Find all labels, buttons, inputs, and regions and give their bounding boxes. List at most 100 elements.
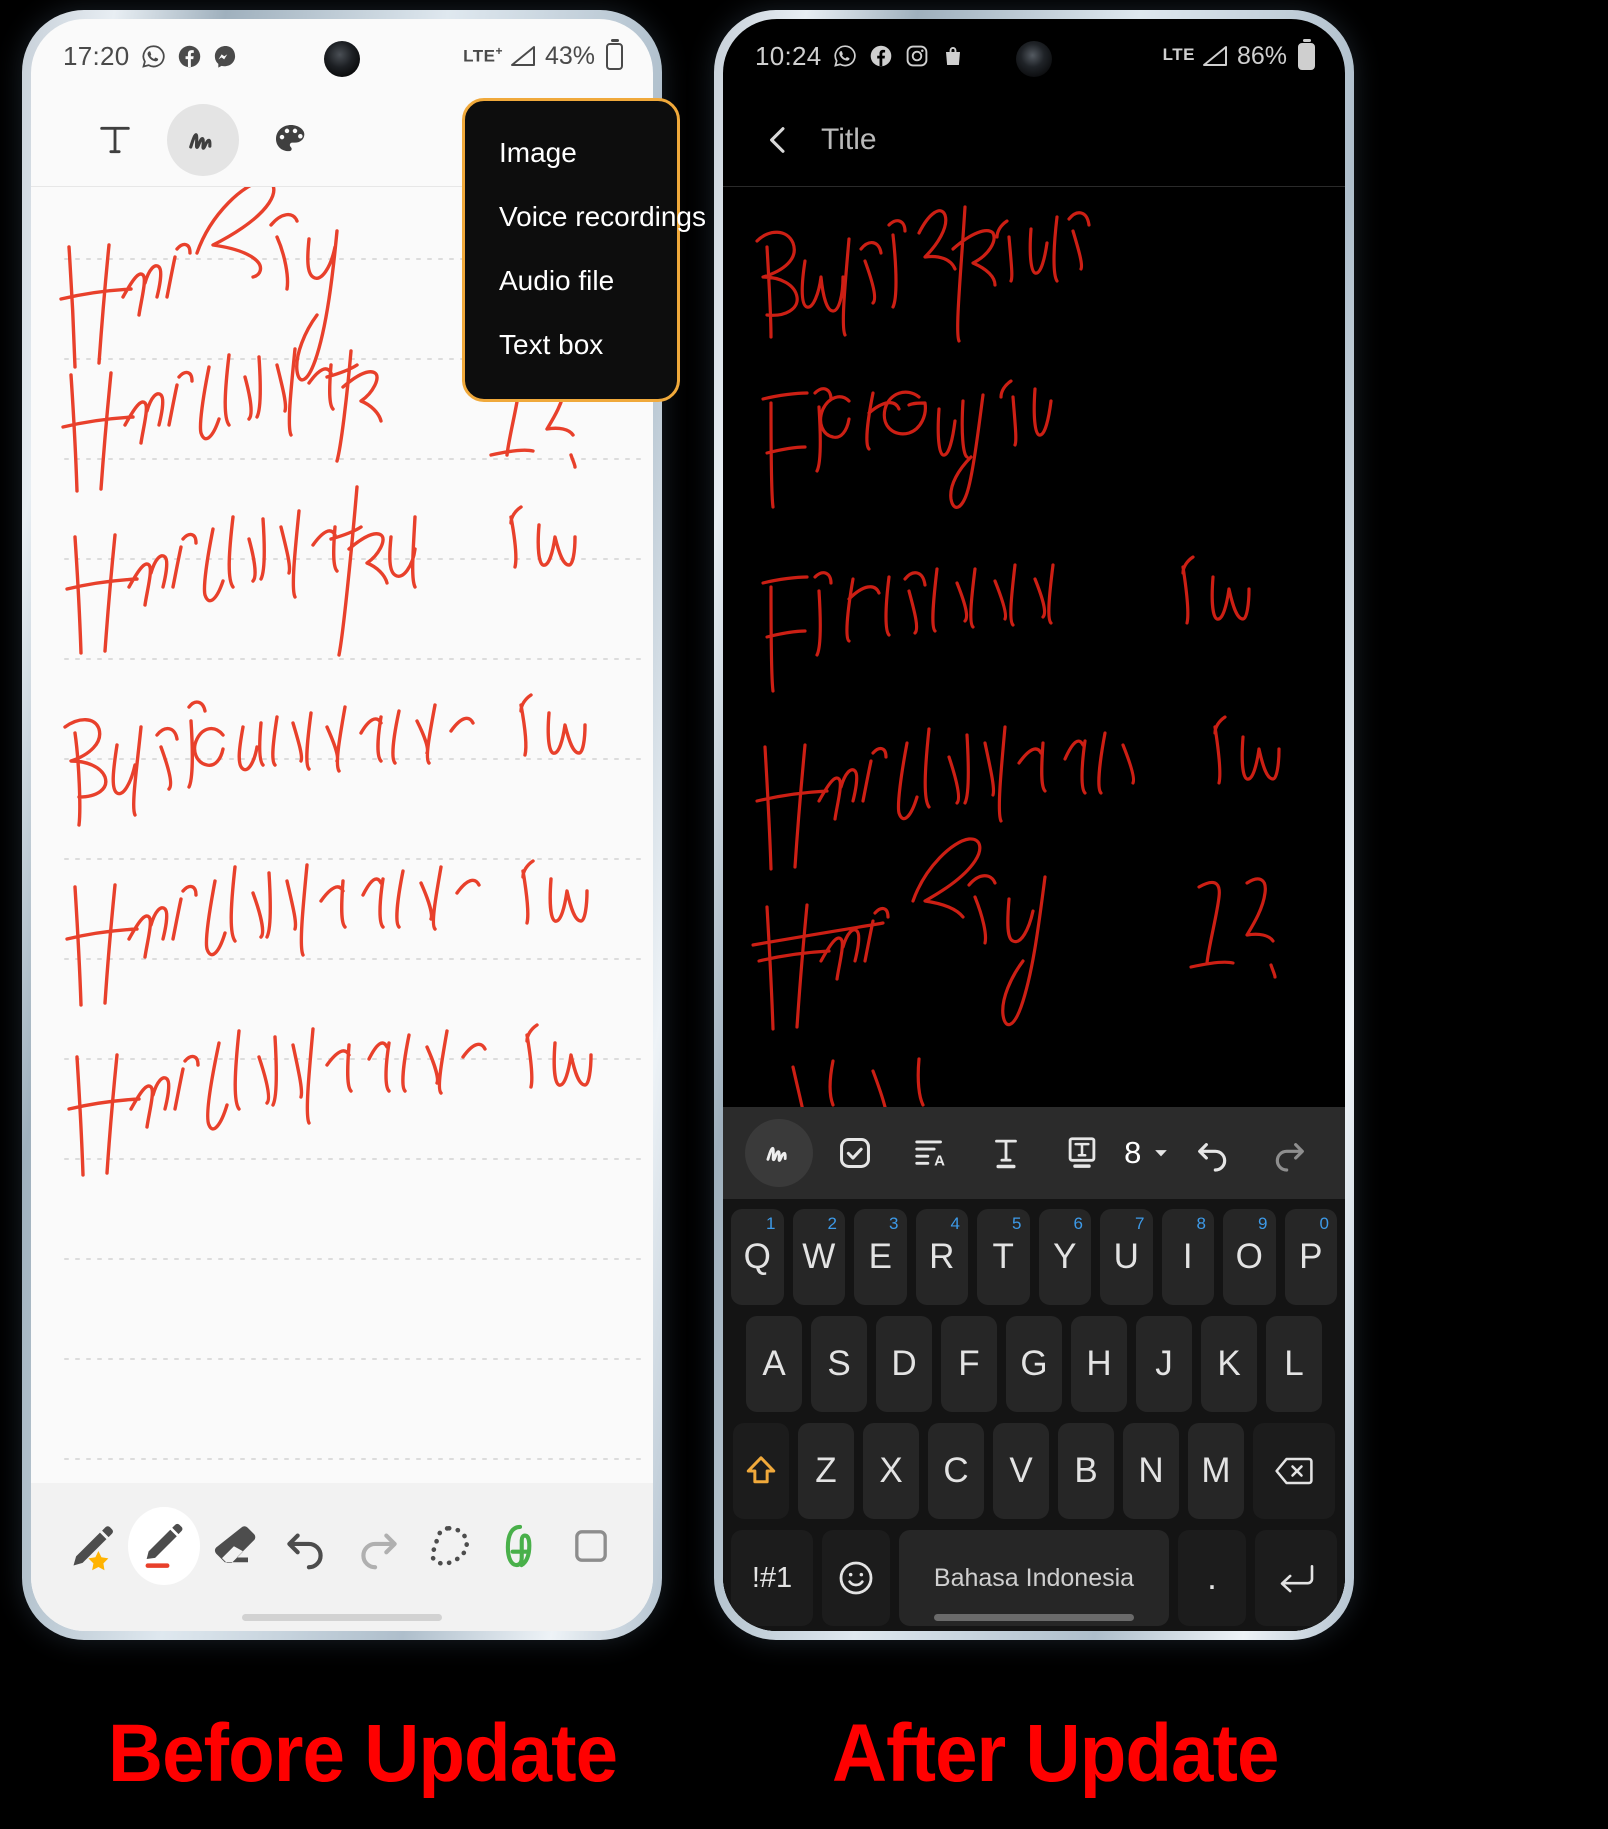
key-d[interactable]: D (876, 1316, 932, 1412)
eraser-button[interactable] (200, 1507, 271, 1585)
key-n[interactable]: N (1123, 1423, 1179, 1519)
space-key[interactable]: Bahasa Indonesia (899, 1530, 1169, 1626)
key-f[interactable]: F (941, 1316, 997, 1412)
handwriting-line-5b (1189, 877, 1277, 979)
battery-percent-label: 86% (1236, 41, 1287, 70)
on-screen-keyboard[interactable]: 1Q 2W 3E 4R 5T 6Y 7U 8I 9O 0P A S D F G … (723, 1199, 1345, 1631)
handwriting-line-1 (755, 205, 1091, 343)
status-time: 17:20 (63, 40, 130, 71)
convert-to-text-button[interactable] (485, 1507, 556, 1585)
key-num: 4 (950, 1214, 960, 1233)
key-num: 7 (1135, 1214, 1145, 1233)
favorite-pen-button[interactable] (57, 1507, 128, 1585)
front-camera-icon (324, 41, 360, 77)
palette-tool-button[interactable] (255, 104, 327, 176)
menu-item-text-box[interactable]: Text box (465, 313, 677, 377)
status-time: 10:24 (755, 40, 822, 71)
note-title[interactable]: Title (821, 123, 877, 157)
key-w[interactable]: 2W (792, 1209, 845, 1305)
paragraph-style-button[interactable]: A (897, 1119, 965, 1187)
key-m[interactable]: M (1188, 1423, 1244, 1519)
enter-key[interactable] (1255, 1530, 1337, 1626)
shift-key[interactable] (733, 1423, 789, 1519)
redo-button[interactable] (1255, 1119, 1323, 1187)
key-num: 8 (1196, 1214, 1206, 1233)
lasso-select-button[interactable] (413, 1507, 484, 1585)
key-h[interactable]: H (1071, 1316, 1127, 1412)
undo-button[interactable] (1179, 1119, 1247, 1187)
facebook-icon (177, 44, 202, 69)
handwriting-line-5 (751, 837, 1047, 1031)
signal-strength-icon (510, 45, 536, 67)
key-z[interactable]: Z (798, 1423, 854, 1519)
key-b[interactable]: B (1058, 1423, 1114, 1519)
key-num: 0 (1319, 1214, 1329, 1233)
text-tool-button[interactable] (79, 104, 151, 176)
pen-button[interactable] (744, 1119, 813, 1187)
status-right-group: LTE 86% (1163, 42, 1315, 71)
key-label: O (1235, 1237, 1263, 1276)
checkbox-button[interactable] (821, 1119, 889, 1187)
key-k[interactable]: K (1201, 1316, 1257, 1412)
pen-tool-button[interactable] (167, 103, 239, 176)
key-q[interactable]: 1Q (731, 1209, 784, 1305)
backspace-key[interactable] (1253, 1423, 1335, 1519)
menu-item-voice-recordings[interactable]: Voice recordings (465, 185, 706, 249)
chevron-down-icon (1151, 1143, 1171, 1163)
key-x[interactable]: X (863, 1423, 919, 1519)
emoji-key[interactable] (822, 1530, 890, 1626)
key-v[interactable]: V (993, 1423, 1049, 1519)
keyboard-row-4: !#1 Bahasa Indonesia . (731, 1530, 1337, 1626)
handwriting-line-3b (1181, 555, 1251, 625)
key-label: R (929, 1237, 955, 1276)
home-indicator (242, 1614, 442, 1621)
attachment-menu-left[interactable]: Image Voice recordings Audio file Text b… (462, 98, 706, 402)
menu-item-image[interactable]: Image (465, 121, 677, 185)
status-left-group: 17:20 (63, 41, 238, 72)
note-topbar-right: Title (723, 93, 1345, 187)
redo-button[interactable] (342, 1507, 413, 1585)
handwriting-line-4b (1213, 715, 1281, 785)
menu-item-audio-file[interactable]: Audio file (465, 249, 677, 313)
key-c[interactable]: C (928, 1423, 984, 1519)
back-icon[interactable] (761, 123, 795, 157)
handwriting-line-4 (63, 700, 475, 827)
key-o[interactable]: 9O (1223, 1209, 1276, 1305)
key-label: T (992, 1237, 1014, 1276)
period-key[interactable]: . (1178, 1530, 1246, 1626)
note-edit-toolbar: A 8 (723, 1107, 1345, 1199)
text-format-button[interactable] (972, 1119, 1040, 1187)
key-s[interactable]: S (811, 1316, 867, 1412)
font-size-button[interactable]: 8 (1124, 1135, 1171, 1171)
key-g[interactable]: G (1006, 1316, 1062, 1412)
more-button[interactable] (556, 1507, 627, 1585)
key-num: 3 (889, 1214, 899, 1233)
key-l[interactable]: L (1266, 1316, 1322, 1412)
handwriting-line-6 (67, 1027, 487, 1177)
key-p[interactable]: 0P (1284, 1209, 1337, 1305)
key-u[interactable]: 7U (1100, 1209, 1153, 1305)
handwriting-line-2 (61, 347, 383, 493)
handwriting-line-2 (761, 379, 1053, 509)
key-num: 6 (1073, 1214, 1083, 1233)
key-label: Q (743, 1237, 771, 1276)
key-j[interactable]: J (1136, 1316, 1192, 1412)
key-r[interactable]: 4R (915, 1209, 968, 1305)
phone-left: 17:20 LTE+ 43% Image Voice recordings Au… (22, 10, 706, 1640)
key-y[interactable]: 6Y (1038, 1209, 1091, 1305)
handwriting-line-4b (519, 693, 587, 757)
key-label: W (802, 1237, 836, 1276)
key-e[interactable]: 3E (854, 1209, 907, 1305)
key-i[interactable]: 8I (1161, 1209, 1214, 1305)
handwriting-line-6b (525, 1023, 593, 1089)
undo-button[interactable] (271, 1507, 342, 1585)
key-t[interactable]: 5T (977, 1209, 1030, 1305)
key-label: I (1182, 1237, 1193, 1276)
pen-button[interactable] (128, 1507, 200, 1585)
symbols-key[interactable]: !#1 (731, 1530, 813, 1626)
handwriting-line-5b (521, 859, 589, 925)
phone-right: 10:24 LTE 86% Title A 8 1 Q 2 W 3 E 4 R … (714, 10, 1354, 1640)
signal-strength-icon (1202, 45, 1228, 67)
key-a[interactable]: A (746, 1316, 802, 1412)
text-box-button[interactable] (1048, 1119, 1116, 1187)
